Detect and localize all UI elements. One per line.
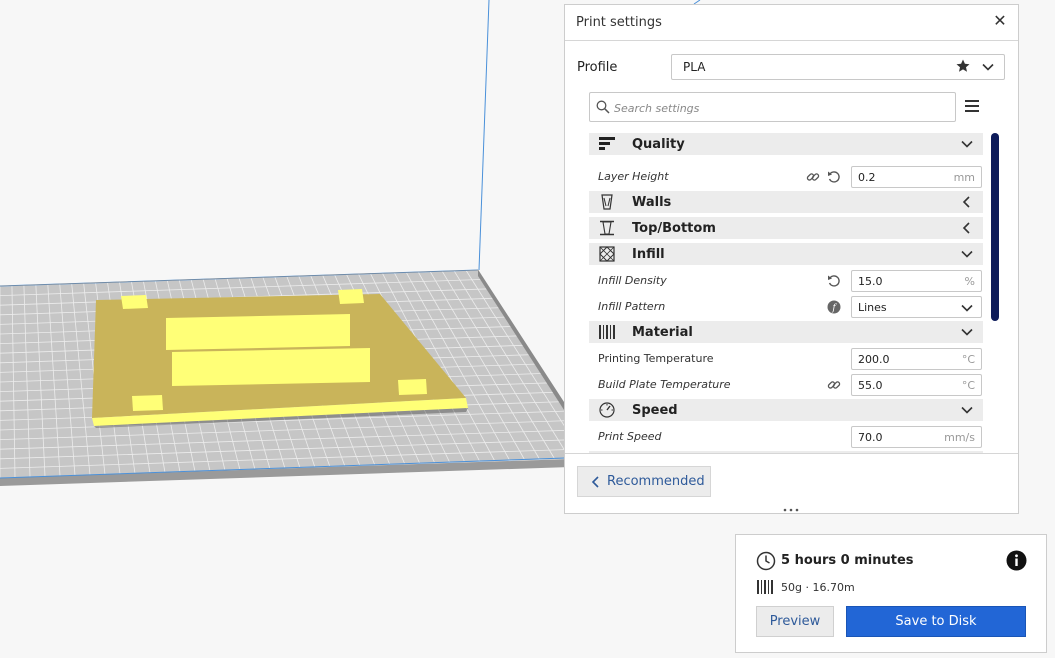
spool-icon [757, 580, 773, 594]
setting-build-plate-temperature: Build Plate Temperature 55.0 °C [589, 372, 983, 398]
recommended-button[interactable]: Recommended [577, 466, 711, 497]
save-to-disk-button[interactable]: Save to Disk [846, 606, 1026, 637]
printing-temperature-input[interactable]: 200.0 °C [851, 348, 982, 370]
search-input[interactable] [612, 97, 946, 119]
category-walls[interactable]: Walls [589, 191, 983, 213]
settings-scrollbar[interactable] [991, 133, 999, 321]
setting-label: Build Plate Temperature [598, 378, 731, 391]
reset-icon[interactable] [827, 170, 841, 184]
resize-handle-icon[interactable] [781, 507, 801, 513]
setting-unit: mm [953, 171, 975, 184]
setting-layer-height: Layer Height 0.2 mm [589, 164, 983, 190]
chevron-down-icon[interactable] [982, 61, 994, 73]
setting-unit: °C [961, 379, 975, 392]
print-summary: 5 hours 0 minutes 50g · 16.70m Preview S… [735, 534, 1047, 653]
setting-infill-density: Infill Density 15.0 % [589, 268, 983, 294]
category-label: Speed [632, 403, 678, 418]
setting-printing-temperature: Printing Temperature 200.0 °C [589, 346, 983, 372]
setting-unit: °C [961, 353, 975, 366]
setting-label: Printing Temperature [598, 352, 714, 365]
chevron-down-icon [961, 250, 973, 258]
category-speed[interactable]: Speed [589, 399, 983, 421]
recommended-label: Recommended [607, 474, 705, 489]
quality-icon [599, 137, 615, 150]
category-label: Quality [632, 137, 685, 152]
category-quality[interactable]: Quality [589, 133, 983, 155]
function-icon[interactable]: f [827, 300, 841, 314]
setting-label: Infill Density [598, 274, 667, 287]
close-button[interactable]: ✕ [992, 13, 1008, 29]
category-material[interactable]: Material [589, 321, 983, 343]
chevron-left-icon [962, 222, 970, 234]
setting-value: 200.0 [858, 353, 890, 366]
chevron-down-icon [961, 140, 973, 148]
clock-icon [756, 551, 776, 571]
setting-label: Infill Pattern [598, 300, 666, 313]
divider [565, 453, 1018, 454]
build-plate-temperature-input[interactable]: 55.0 °C [851, 374, 982, 396]
setting-value: 55.0 [858, 379, 883, 392]
panel-header: Print settings ✕ [565, 5, 1018, 41]
layer-height-input[interactable]: 0.2 mm [851, 166, 982, 188]
preview-button[interactable]: Preview [756, 606, 834, 637]
settings-list: Quality Layer Height 0.2 mm Walls Top/Bo… [589, 133, 983, 453]
top-bottom-icon [600, 220, 614, 236]
setting-value: 0.2 [858, 171, 876, 184]
profile-select[interactable]: PLA [671, 54, 1005, 80]
setting-value: Lines [858, 301, 887, 314]
speed-icon [599, 402, 615, 418]
setting-value: 15.0 [858, 275, 883, 288]
material-icon [599, 325, 615, 339]
chevron-down-icon [961, 406, 973, 414]
chevron-left-icon [962, 196, 970, 208]
material-usage: 50g · 16.70m [781, 581, 855, 594]
setting-label: Print Speed [598, 430, 662, 443]
setting-unit: % [964, 275, 975, 288]
category-label: Material [632, 325, 693, 340]
profile-value: PLA [683, 60, 706, 74]
setting-label: Layer Height [598, 170, 669, 183]
reset-icon[interactable] [827, 274, 841, 288]
info-icon[interactable] [1006, 550, 1027, 571]
setting-unit: mm/s [944, 431, 975, 444]
build-volume-edge [478, 0, 490, 271]
setting-value: 70.0 [858, 431, 883, 444]
print-settings-panel: Print settings ✕ Profile PLA Search sett… [564, 4, 1019, 514]
search-box[interactable] [589, 92, 956, 122]
search-icon [596, 100, 610, 114]
setting-infill-pattern: Infill Pattern f Lines [589, 294, 983, 320]
settings-menu-icon[interactable] [965, 100, 979, 112]
walls-icon [601, 194, 613, 210]
chevron-down-icon [961, 304, 973, 312]
category-label: Top/Bottom [632, 221, 716, 236]
print-speed-input[interactable]: 70.0 mm/s [851, 426, 982, 448]
star-icon[interactable] [956, 59, 970, 73]
print-time: 5 hours 0 minutes [781, 553, 914, 568]
profile-label: Profile [577, 60, 618, 75]
infill-pattern-select[interactable]: Lines [851, 296, 982, 318]
chevron-down-icon [961, 328, 973, 336]
category-label: Infill [632, 247, 665, 262]
link-icon[interactable] [827, 378, 841, 392]
panel-title: Print settings [576, 15, 662, 30]
infill-icon [599, 246, 615, 262]
category-infill[interactable]: Infill [589, 243, 983, 265]
category-top-bottom[interactable]: Top/Bottom [589, 217, 983, 239]
chevron-left-icon [591, 476, 599, 488]
category-label: Walls [632, 195, 672, 210]
infill-density-input[interactable]: 15.0 % [851, 270, 982, 292]
setting-print-speed: Print Speed 70.0 mm/s [589, 424, 983, 450]
link-icon[interactable] [806, 170, 820, 184]
